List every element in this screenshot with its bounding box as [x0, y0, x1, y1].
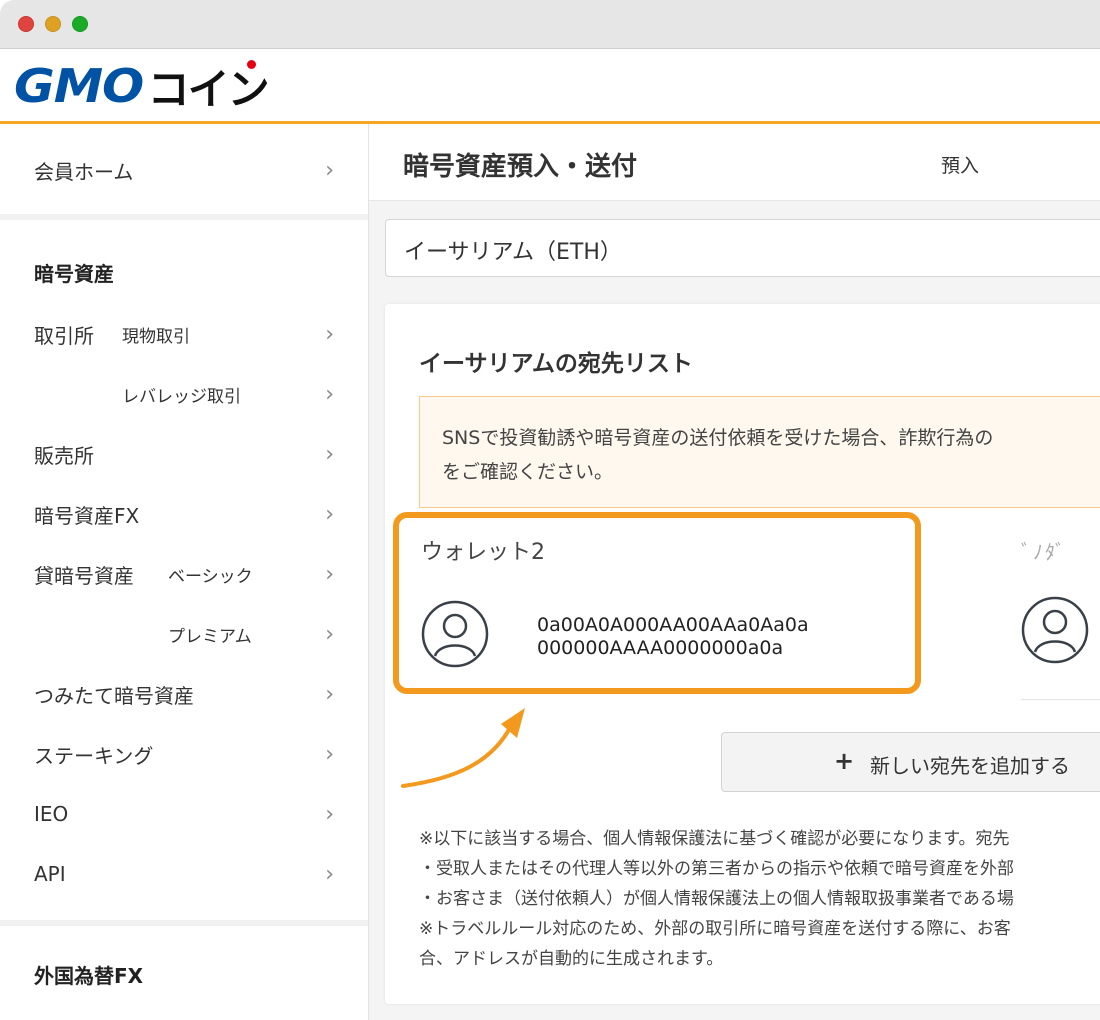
wallet-address-line2: 000000AAAA0000000a0a [537, 637, 784, 659]
note-line4: ※トラベルルール対応のため、外部の取引所に暗号資産を送付する際に、お客 [419, 919, 1011, 939]
sidebar-item-sales[interactable]: 販売所 › [0, 434, 368, 474]
sidebar-item-home[interactable]: 会員ホーム › [0, 150, 368, 190]
chevron-right-icon: › [325, 442, 334, 467]
chevron-right-icon: › [325, 158, 334, 183]
page-header: 暗号資産預入・送付 預入 [369, 124, 1100, 201]
sidebar-divider [0, 920, 368, 926]
wallet-name: ウォレット2 [421, 540, 545, 565]
close-window-button[interactable] [18, 16, 34, 32]
note-line2: ・受取人またはその代理人等以外の第三者からの指示や依頼で暗号資産を外部 [419, 859, 1014, 879]
note-line5: 合、アドレスが自動的に生成されます。 [419, 949, 724, 969]
sidebar-item-accumulation[interactable]: つみたて暗号資産 › [0, 674, 368, 714]
sidebar-item-lending-basic[interactable]: 貸暗号資産 ベーシック › [0, 554, 368, 594]
destination-list-title: イーサリアムの宛先リスト [419, 351, 693, 377]
chevron-right-icon: › [325, 502, 334, 527]
add-destination-button[interactable]: + 新しい宛先を追加する [721, 732, 1100, 792]
browser-window: GMO コイン 会員ホーム › 暗号資産 取引所 現物取引 › レバレッジ取引 … [0, 0, 1100, 1020]
wallet-address: 0a00A0A000AA00AAa0Aa0a 000000AAAA0000000… [537, 614, 809, 660]
logo-coin-text: コイン [147, 56, 270, 117]
sidebar-item-sublabel: 現物取引 [122, 326, 190, 347]
main-content: 暗号資産預入・送付 預入 イーサリアム（ETH） イーサリアムの宛先リスト SN… [369, 124, 1100, 1020]
sidebar-item-label: 取引所 [34, 323, 94, 348]
pointer-arrow-icon [401, 708, 525, 788]
sidebar-item-label: 暗号資産FX [34, 503, 140, 528]
wallet-address-line1: 0a00A0A000AA00AAa0Aa0a [537, 614, 809, 636]
user-avatar-icon [1021, 596, 1089, 664]
sidebar-item-label: 貸暗号資産 [34, 563, 134, 588]
wallet-card-highlighted[interactable]: ウォレット2 0a00A0A000AA00AAa0Aa0a 000000AAAA… [393, 512, 921, 694]
sidebar-item-lending-premium[interactable]: プレミアム › [0, 614, 368, 654]
chevron-right-icon: › [325, 742, 334, 767]
user-avatar-icon [421, 600, 489, 668]
site-header: GMO コイン [0, 49, 1100, 124]
currency-select[interactable]: イーサリアム（ETH） [385, 219, 1100, 277]
chevron-right-icon: › [325, 382, 334, 407]
sidebar: 会員ホーム › 暗号資産 取引所 現物取引 › レバレッジ取引 › 販売所 › … [0, 124, 369, 1020]
chevron-right-icon: › [325, 322, 334, 347]
window-titlebar [0, 0, 1100, 49]
logo-red-dot-icon [246, 59, 256, 69]
sidebar-item-label: 販売所 [34, 443, 94, 468]
maximize-window-button[interactable] [72, 16, 88, 32]
logo-coin-label: コイン [147, 64, 270, 114]
logo-gmo-text: GMO [14, 59, 144, 113]
chevron-right-icon: › [325, 622, 334, 647]
destination-list-card: イーサリアムの宛先リスト SNSで投資勧誘や暗号資産の送付依頼を受けた場合、詐欺… [385, 304, 1100, 1004]
sidebar-item-api[interactable]: API › [0, 854, 368, 894]
chevron-right-icon: › [325, 862, 334, 887]
wallet-name-blurred: ﾞﾉﾀﾞ [1021, 540, 1067, 564]
plus-icon: + [834, 747, 855, 775]
note-line1: ※以下に該当する場合、個人情報保護法に基づく確認が必要になります。宛先 [419, 829, 1010, 849]
sidebar-divider [0, 214, 368, 220]
warning-text-line2: をご確認ください。 [442, 461, 614, 483]
add-destination-label: 新しい宛先を追加する [870, 754, 1070, 778]
sidebar-item-label: 会員ホーム [34, 159, 134, 184]
sidebar-item-crypto-fx[interactable]: 暗号資産FX › [0, 494, 368, 534]
page-title: 暗号資産預入・送付 [403, 152, 638, 182]
sidebar-item-ieo[interactable]: IEO › [0, 794, 368, 834]
sidebar-item-exchange-spot[interactable]: 取引所 現物取引 › [0, 314, 368, 354]
sidebar-section-fx: 外国為替FX [34, 964, 144, 988]
currency-select-value: イーサリアム（ETH） [404, 240, 622, 265]
wallet-card-divider [1021, 699, 1100, 700]
sidebar-item-staking[interactable]: ステーキング › [0, 734, 368, 774]
sidebar-item-sublabel: プレミアム [168, 626, 252, 647]
fraud-warning-box: SNSで投資勧誘や暗号資産の送付依頼を受けた場合、詐欺行為の をご確認ください。 [419, 396, 1100, 508]
sidebar-item-label: つみたて暗号資産 [34, 683, 194, 708]
gmo-coin-logo[interactable]: GMO コイン [14, 59, 270, 114]
chevron-right-icon: › [325, 802, 334, 827]
note-line3: ・お客さま（送付依頼人）が個人情報保護法上の個人情報取扱事業者である場 [419, 889, 1014, 909]
sidebar-item-sublabel: レバレッジ取引 [122, 386, 241, 407]
sidebar-item-label: ステーキング [34, 743, 154, 768]
tab-deposit[interactable]: 預入 [941, 151, 979, 178]
sidebar-item-label: API [34, 862, 66, 886]
minimize-window-button[interactable] [45, 16, 61, 32]
chevron-right-icon: › [325, 562, 334, 587]
warning-text-line1: SNSで投資勧誘や暗号資産の送付依頼を受けた場合、詐欺行為の [442, 427, 994, 449]
sidebar-section-crypto: 暗号資産 [34, 262, 114, 286]
sidebar-item-label: IEO [34, 802, 69, 826]
sidebar-item-sublabel: ベーシック [168, 566, 253, 587]
chevron-right-icon: › [325, 682, 334, 707]
main-viewport: 暗号資産預入・送付 預入 イーサリアム（ETH） イーサリアムの宛先リスト SN… [369, 124, 1100, 1020]
sidebar-item-exchange-leverage[interactable]: レバレッジ取引 › [0, 374, 368, 414]
